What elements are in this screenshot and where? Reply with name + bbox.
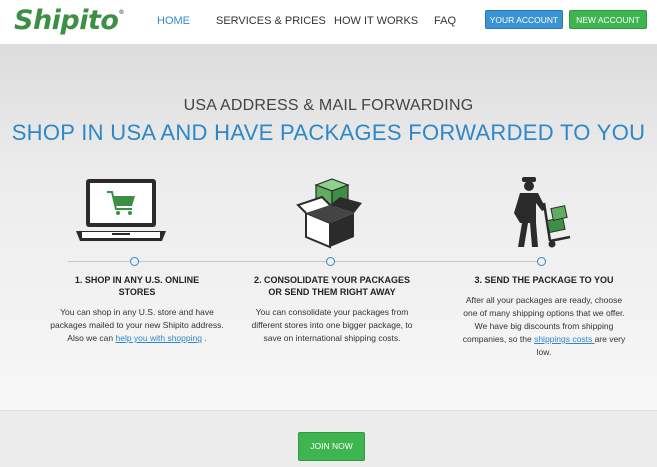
registered-mark: ®: [118, 9, 124, 16]
feature-send-title: 3. SEND THE PACKAGE TO YOU: [458, 274, 630, 286]
hero-section: USA ADDRESS & MAIL FORWARDING SHOP IN US…: [0, 44, 657, 410]
timeline-line: [68, 261, 544, 262]
timeline-dot-2: [326, 257, 335, 266]
site-header: Shipito® HOME SERVICES & PRICES HOW IT W…: [0, 0, 657, 44]
nav-faq[interactable]: FAQ: [434, 15, 456, 27]
feature-send-title-line1: 3. SEND THE PACKAGE TO YOU: [474, 275, 614, 285]
cta-footer: JOIN NOW: [0, 410, 657, 467]
new-account-button[interactable]: NEW ACCOUNT: [569, 10, 647, 29]
feature-shop-title-line2: STORES: [118, 287, 156, 297]
feature-consolidate-text: You can consolidate your packages from d…: [251, 307, 413, 343]
feature-send-text: After all your packages are ready, choos…: [458, 294, 630, 359]
hero-title: SHOP IN USA AND HAVE PACKAGES FORWARDED …: [11, 120, 646, 145]
feature-send: 3. SEND THE PACKAGE TO YOU After all you…: [458, 274, 630, 359]
nav-how-it-works[interactable]: HOW IT WORKS: [334, 15, 418, 27]
join-now-button[interactable]: JOIN NOW: [298, 432, 365, 461]
logo-text: Shipito: [14, 5, 119, 36]
feature-consolidate: 2. CONSOLIDATE YOUR PACKAGES OR SEND THE…: [244, 274, 420, 345]
feature-consolidate-title-line1: 2. CONSOLIDATE YOUR PACKAGES: [253, 275, 411, 285]
feature-consolidate-title-line2: OR SEND THEM RIGHT AWAY: [268, 287, 396, 297]
feature-shop-title: 1. SHOP IN ANY U.S. ONLINE STORES: [47, 274, 227, 298]
timeline-dot-3: [537, 257, 546, 266]
delivery-man-icon: [514, 177, 571, 248]
nav-home[interactable]: HOME: [157, 15, 190, 27]
feature-shop-text: You can shop in any U.S. store and have …: [47, 306, 227, 345]
feature-shop-text-after: .: [201, 333, 207, 343]
timeline-dot-1: [130, 257, 139, 266]
nav-services-prices[interactable]: SERVICES & PRICES: [216, 15, 326, 27]
your-account-button[interactable]: YOUR ACCOUNT: [485, 10, 563, 29]
help-with-shopping-link[interactable]: help you with shopping: [115, 333, 201, 343]
feature-shop-title-line1: 1. SHOP IN ANY U.S. ONLINE: [74, 275, 200, 285]
shipito-logo[interactable]: Shipito®: [14, 5, 124, 36]
hero-subtitle: USA ADDRESS & MAIL FORWARDING: [183, 97, 474, 114]
shipping-costs-link[interactable]: shippings costs: [534, 334, 594, 344]
box-consolidate-icon: [296, 178, 362, 249]
feature-shop: 1. SHOP IN ANY U.S. ONLINE STORES You ca…: [47, 274, 227, 345]
feature-consolidate-title: 2. CONSOLIDATE YOUR PACKAGES OR SEND THE…: [244, 274, 420, 298]
laptop-cart-icon: [76, 179, 166, 241]
